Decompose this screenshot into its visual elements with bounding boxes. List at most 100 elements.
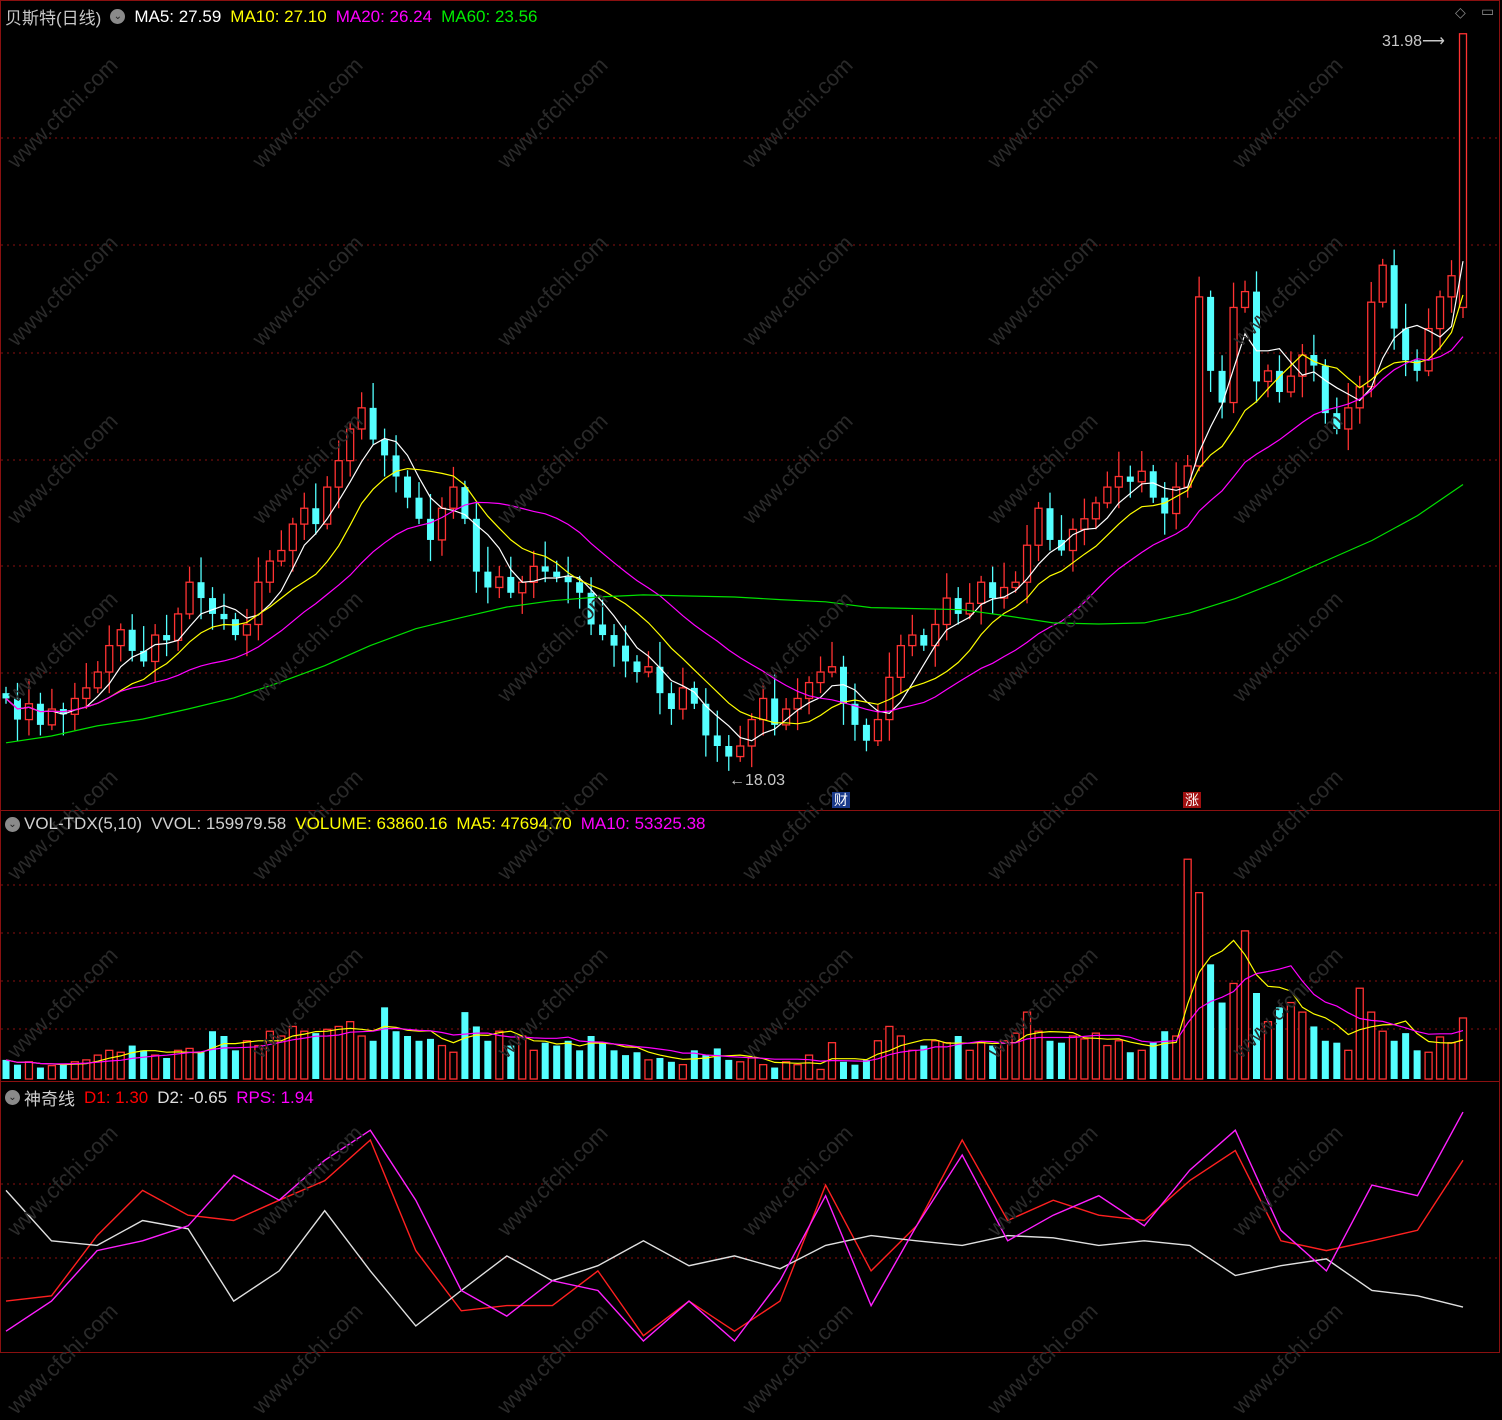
volume-bar-up (977, 1042, 986, 1080)
volume-bar-down (564, 1040, 572, 1079)
volume-bar-up (1355, 987, 1364, 1080)
indicator-chart-pane[interactable]: ⌄ 神奇线 D1: 1.30 D2: -0.65 RPS: 1.94 (0, 1081, 1501, 1354)
volume-bar-up (1458, 1017, 1468, 1080)
volume-bar-up (1080, 1038, 1089, 1080)
volume-bar-up (793, 1064, 802, 1080)
candle-down (312, 508, 320, 525)
volume-bar-up (265, 1030, 275, 1080)
volume-bar-up (1367, 1011, 1376, 1080)
volume-bar-up (804, 1054, 814, 1080)
candle-up (70, 697, 79, 715)
candle-up (185, 581, 194, 615)
candle-up (24, 703, 34, 721)
candle-down (1321, 365, 1329, 414)
candle-down (1161, 497, 1169, 514)
volume-bar-up (449, 1051, 458, 1080)
volume-bar-up (1447, 1042, 1456, 1080)
volume-chart[interactable] (1, 811, 1501, 1083)
volume-bar-down (541, 1042, 549, 1079)
candle-up (437, 507, 447, 541)
volume-bar-down (507, 1045, 515, 1079)
candle-up (1286, 375, 1296, 393)
volume-bar-down (13, 1064, 21, 1079)
candle-up (357, 407, 366, 430)
candle-up (254, 581, 263, 626)
chevron-down-icon[interactable]: ⌄ (5, 816, 20, 832)
volume-bar-up (1229, 982, 1238, 1080)
volume-bar-down (851, 1064, 859, 1079)
volume-bar-up (24, 1061, 34, 1080)
candle-up (644, 666, 653, 673)
candle-up (1011, 581, 1020, 589)
volume-bar-down (1390, 1040, 1398, 1079)
ma5-value: MA5: 27.59 (134, 6, 222, 26)
candle-up (896, 644, 906, 678)
volume-bar-down (553, 1045, 561, 1079)
finance-badge[interactable]: 财 (832, 792, 850, 808)
volume-bar-up (885, 1025, 894, 1080)
volume-bar-down (1321, 1040, 1329, 1079)
candle-up (1435, 296, 1445, 330)
candle-up (736, 745, 745, 758)
ma10-line (5, 294, 1464, 725)
candle-down (163, 635, 171, 641)
volume-bar-down (610, 1050, 618, 1079)
diamond-icon[interactable]: ◇ (1455, 4, 1466, 21)
ma5-line (5, 261, 1464, 742)
volume-bar-up (1011, 1032, 1020, 1080)
volume-bar-down (461, 1012, 469, 1079)
candle-up (827, 666, 837, 673)
volume-bar-up (678, 1064, 688, 1080)
candle-down (1126, 476, 1134, 482)
volume-bar-down (197, 1052, 205, 1079)
volume-bar-up (1344, 1049, 1353, 1080)
volume-bar-down (713, 1048, 721, 1079)
volume-legend: ⌄ VOL-TDX(5,10) VVOL: 159979.58 VOLUME: … (5, 814, 706, 834)
candle-up (1183, 465, 1192, 488)
volume-chart-pane[interactable]: ⌄ VOL-TDX(5,10) VVOL: 159979.58 VOLUME: … (0, 810, 1501, 1083)
candle-down (1046, 508, 1054, 540)
candle-down (576, 582, 584, 593)
chevron-down-icon[interactable]: ⌄ (5, 1090, 20, 1105)
indicator-name: 神奇线 (24, 1090, 75, 1109)
volume-bar-up (816, 1068, 825, 1080)
volume-bar-up (1183, 858, 1192, 1080)
candle-down (197, 582, 205, 599)
chevron-down-icon[interactable]: ⌄ (110, 9, 126, 24)
candle-down (667, 693, 675, 710)
price-chart-pane[interactable]: 贝斯特(日线) ⌄ MA5: 27.59 MA10: 27.10 MA20: 2… (0, 0, 1501, 811)
volume-bar-up (942, 1042, 951, 1080)
candle-down (1333, 413, 1341, 429)
candle-up (265, 560, 275, 583)
candlestick-chart[interactable] (1, 1, 1501, 811)
candle-up (1034, 507, 1043, 546)
candle-up (334, 460, 343, 488)
volume-bar-up (1194, 892, 1204, 1080)
candle-up (1137, 470, 1146, 483)
low-price-label: ←18.03 (729, 772, 785, 790)
candle-up (965, 602, 974, 615)
vvol-value: VVOL: 159979.58 (151, 814, 287, 833)
candle-down (564, 576, 572, 583)
candle-up (82, 687, 91, 700)
volume-bar-down (59, 1063, 67, 1079)
volume-bar-down (667, 1061, 675, 1079)
candle-up (288, 523, 297, 552)
volume-bar-down (1275, 1007, 1283, 1079)
volume-bar-down (2, 1059, 10, 1079)
volume-bar-down (989, 1045, 997, 1079)
arrow-right-icon: ⟶ (1422, 33, 1445, 50)
volume-ma5-value: MA5: 47694.70 (456, 814, 572, 833)
volume-bar-up (908, 1049, 917, 1080)
maximize-icon[interactable]: ▭ (1481, 3, 1494, 20)
candle-down (633, 661, 641, 673)
volume-bar-up (1091, 1032, 1101, 1080)
volume-bar-down (1126, 1052, 1134, 1079)
volume-bar-down (415, 1040, 423, 1079)
limit-up-badge[interactable]: 涨 (1183, 792, 1201, 808)
rps-line (5, 1111, 1464, 1343)
candle-up (277, 549, 286, 562)
price-legend: 贝斯特(日线) ⌄ MA5: 27.59 MA10: 27.10 MA20: 2… (5, 4, 538, 29)
indicator-chart[interactable] (1, 1082, 1501, 1354)
volume-bar-down (1046, 1040, 1054, 1079)
